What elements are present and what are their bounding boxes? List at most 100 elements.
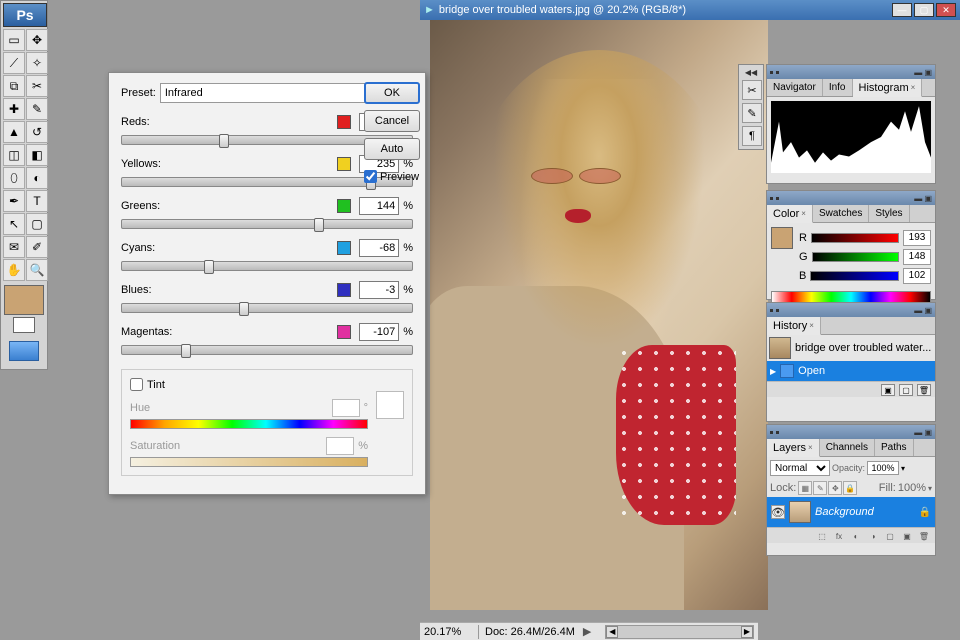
tab-info[interactable]: Info [823, 79, 853, 96]
chevron-down-icon[interactable]: ▾ [928, 484, 932, 493]
channel-3-value[interactable] [359, 239, 399, 257]
lock-position-icon[interactable]: ✥ [828, 481, 842, 495]
tab-swatches[interactable]: Swatches [813, 205, 869, 222]
zoom-level[interactable]: 20.17% [424, 626, 472, 638]
collapse-icon[interactable]: ▬ ▣ [914, 306, 932, 315]
auto-button[interactable]: Auto [364, 138, 420, 160]
tab-paths[interactable]: Paths [875, 439, 914, 456]
chevron-down-icon[interactable]: ▾ [901, 464, 905, 473]
preview-checkbox[interactable] [364, 170, 377, 183]
fill-value[interactable]: 100% [898, 482, 926, 494]
foreground-color[interactable] [4, 285, 44, 315]
quickmask-toggle[interactable] [13, 317, 35, 333]
current-color-swatch[interactable] [771, 227, 793, 249]
marquee-tool[interactable]: ▭ [3, 29, 25, 51]
slider-thumb[interactable] [219, 134, 229, 148]
trash-icon[interactable]: 🗑 [917, 530, 931, 542]
new-layer-icon[interactable]: ▣ [900, 530, 914, 542]
lock-transparency-icon[interactable]: ▦ [798, 481, 812, 495]
collapse-icon[interactable]: ▬ ▣ [914, 68, 932, 77]
panel-header[interactable]: ▬ ▣ [767, 65, 935, 79]
history-snapshot[interactable]: bridge over troubled water... [767, 335, 935, 361]
b-value[interactable]: 102 [903, 268, 931, 284]
close-button[interactable]: ✕ [936, 3, 956, 17]
channel-2-value[interactable] [359, 197, 399, 215]
scroll-left-icon[interactable]: ◀ [606, 626, 618, 638]
scroll-right-icon[interactable]: ▶ [741, 626, 753, 638]
tab-channels[interactable]: Channels [820, 439, 875, 456]
g-slider[interactable] [812, 252, 899, 262]
channel-4-value[interactable] [359, 281, 399, 299]
layer-background[interactable]: 👁 Background 🔒 [767, 497, 935, 527]
path-tool[interactable]: ↖ [3, 213, 25, 235]
panel-header[interactable]: ▬ ▣ [767, 191, 935, 205]
opacity-value[interactable]: 100% [867, 461, 899, 475]
close-tab-icon[interactable]: × [801, 209, 806, 218]
mini-brushes[interactable]: ✎ [742, 103, 762, 123]
collapse-icon[interactable]: ▬ ▣ [914, 194, 932, 203]
tab-layers[interactable]: Layers× [767, 439, 820, 457]
move-tool[interactable]: ✥ [26, 29, 48, 51]
tint-checkbox[interactable] [130, 378, 143, 391]
maximize-button[interactable]: ▢ [914, 3, 934, 17]
cancel-button[interactable]: Cancel [364, 110, 420, 132]
wand-tool[interactable]: ✧ [26, 52, 48, 74]
minimize-button[interactable]: — [892, 3, 912, 17]
slice-tool[interactable]: ✂ [26, 75, 48, 97]
panel-header[interactable]: ▬ ▣ [767, 425, 935, 439]
slider-thumb[interactable] [181, 344, 191, 358]
g-value[interactable]: 148 [903, 249, 931, 265]
crop-tool[interactable]: ⧉ [3, 75, 25, 97]
pen-tool[interactable]: ✒ [3, 190, 25, 212]
lasso-tool[interactable]: ⟋ [3, 52, 25, 74]
new-doc-icon[interactable]: ▢ [899, 384, 913, 396]
lock-all-icon[interactable]: 🔒 [843, 481, 857, 495]
slider-thumb[interactable] [204, 260, 214, 274]
mini-character[interactable]: ¶ [742, 126, 762, 146]
brush-tool[interactable]: ✎ [26, 98, 48, 120]
r-slider[interactable] [811, 233, 899, 243]
zoom-tool[interactable]: 🔍 [26, 259, 48, 281]
channel-3-slider[interactable] [121, 261, 413, 271]
tab-history[interactable]: History× [767, 317, 821, 335]
status-menu-icon[interactable]: ▶ [583, 625, 591, 638]
shape-tool[interactable]: ▢ [26, 213, 48, 235]
close-tab-icon[interactable]: × [809, 321, 814, 330]
mini-collapse-icon[interactable]: ◀◀ [745, 68, 757, 77]
fx-icon[interactable]: fx [832, 530, 846, 542]
trash-icon[interactable]: 🗑 [917, 384, 931, 396]
history-brush-tool[interactable]: ↺ [26, 121, 48, 143]
type-tool[interactable]: T [26, 190, 48, 212]
preset-dropdown[interactable]: Infrared ▾ [160, 83, 395, 103]
channel-5-value[interactable] [359, 323, 399, 341]
slider-thumb[interactable] [239, 302, 249, 316]
adjustment-icon[interactable]: ◑ [866, 530, 880, 542]
eraser-tool[interactable]: ◫ [3, 144, 25, 166]
tab-color[interactable]: Color× [767, 205, 813, 223]
heal-tool[interactable]: ✚ [3, 98, 25, 120]
close-tab-icon[interactable]: × [911, 83, 916, 92]
horizontal-scrollbar[interactable]: ◀ ▶ [605, 625, 754, 639]
tab-histogram[interactable]: Histogram× [853, 79, 923, 97]
document-canvas[interactable] [430, 20, 768, 610]
eyedropper-tool[interactable]: ✐ [26, 236, 48, 258]
hand-tool[interactable]: ✋ [3, 259, 25, 281]
screen-mode-button[interactable] [9, 341, 39, 361]
notes-tool[interactable]: ✉ [3, 236, 25, 258]
b-slider[interactable] [810, 271, 899, 281]
panel-header[interactable]: ▬ ▣ [767, 303, 935, 317]
visibility-icon[interactable]: 👁 [771, 505, 785, 519]
ok-button[interactable]: OK [364, 82, 420, 104]
channel-5-slider[interactable] [121, 345, 413, 355]
mini-tool-options[interactable]: ✂ [742, 80, 762, 100]
slider-thumb[interactable] [314, 218, 324, 232]
blur-tool[interactable]: ⬯ [3, 167, 25, 189]
mask-icon[interactable]: ◐ [849, 530, 863, 542]
tab-styles[interactable]: Styles [869, 205, 909, 222]
new-snapshot-icon[interactable]: ▣ [881, 384, 895, 396]
blend-mode-dropdown[interactable]: Normal [770, 460, 830, 476]
r-value[interactable]: 193 [903, 230, 931, 246]
channel-4-slider[interactable] [121, 303, 413, 313]
channel-2-slider[interactable] [121, 219, 413, 229]
link-icon[interactable]: ⬚ [815, 530, 829, 542]
